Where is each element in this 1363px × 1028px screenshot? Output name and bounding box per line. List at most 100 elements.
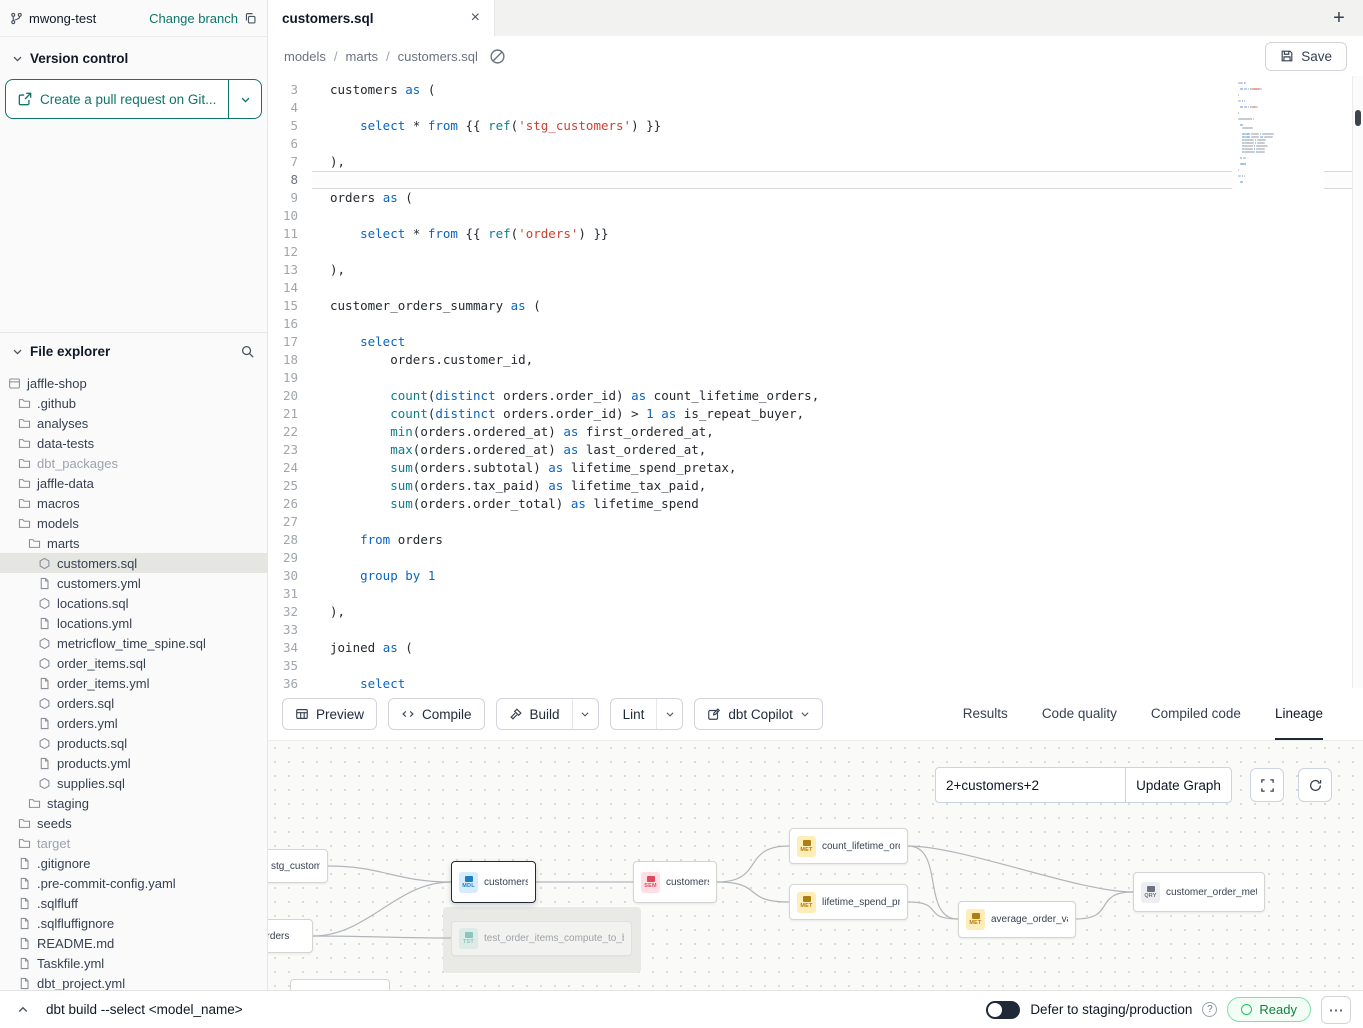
file-tree-item-customers-yml[interactable]: customers.yml (0, 573, 267, 593)
minimap[interactable] (1232, 76, 1324, 216)
build-command-text[interactable]: dbt build --select <model_name> (46, 1002, 243, 1017)
code-line-26[interactable]: 26 sum(orders.order_total) as lifetime_s… (268, 495, 1363, 513)
defer-toggle[interactable] (986, 1001, 1020, 1019)
file-tree-item-staging[interactable]: staging (0, 793, 267, 813)
new-tab-button[interactable]: + (1315, 0, 1363, 36)
copy-icon[interactable] (244, 12, 257, 25)
code-line-8[interactable]: 8 (268, 171, 1363, 189)
lineage-node-average-order-value[interactable]: METaverage_order_value (958, 901, 1076, 938)
file-tree-item-taskfile-yml[interactable]: Taskfile.yml (0, 953, 267, 973)
lineage-selector-input[interactable] (935, 767, 1125, 803)
code-line-19[interactable]: 19 (268, 369, 1363, 387)
code-line-7[interactable]: 7), (268, 153, 1363, 171)
build-button[interactable]: Build (497, 699, 572, 729)
version-control-header[interactable]: Version control (0, 37, 267, 79)
tab-compiled-code[interactable]: Compiled code (1151, 688, 1241, 740)
code-line-33[interactable]: 33 (268, 621, 1363, 639)
file-tree-item-jaffle-shop[interactable]: jaffle-shop (0, 373, 267, 393)
code-line-13[interactable]: 13), (268, 261, 1363, 279)
file-tree-item-products-yml[interactable]: products.yml (0, 753, 267, 773)
lineage-node-lifetime-spend-pretax[interactable]: METlifetime_spend_pretax (789, 884, 908, 920)
help-icon[interactable]: ? (1202, 1002, 1217, 1017)
scrollbar-thumb[interactable] (1355, 110, 1361, 126)
file-tree-item-orders-sql[interactable]: orders.sql (0, 693, 267, 713)
change-branch-link[interactable]: Change branch (149, 11, 238, 26)
file-tree-item-metricflow-time-spine-sql[interactable]: metricflow_time_spine.sql (0, 633, 267, 653)
create-pr-button[interactable]: Create a pull request on Git... (5, 79, 262, 119)
file-tree-item-jaffle-data[interactable]: jaffle-data (0, 473, 267, 493)
code-line-22[interactable]: 22 min(orders.ordered_at) as first_order… (268, 423, 1363, 441)
update-graph-button[interactable]: Update Graph (1125, 767, 1232, 803)
code-line-10[interactable]: 10 (268, 207, 1363, 225)
file-tree-item-supplies-sql[interactable]: supplies.sql (0, 773, 267, 793)
file-tree-item-order-items-yml[interactable]: order_items.yml (0, 673, 267, 693)
preview-button[interactable]: Preview (282, 698, 377, 730)
file-tree-item-dbt-project-yml[interactable]: dbt_project.yml (0, 973, 267, 990)
breadcrumb-models[interactable]: models (284, 49, 326, 64)
code-line-35[interactable]: 35 (268, 657, 1363, 675)
code-line-32[interactable]: 32), (268, 603, 1363, 621)
code-line-25[interactable]: 25 sum(orders.tax_paid) as lifetime_tax_… (268, 477, 1363, 495)
lineage-node-test-order-items-compute-to-bools-[interactable]: TSTtest_order_items_compute_to_bools... (451, 921, 632, 956)
build-dropdown[interactable] (572, 699, 598, 729)
file-tree-item-orders-yml[interactable]: orders.yml (0, 713, 267, 733)
lineage-node-orders[interactable]: MDLorders (268, 919, 313, 953)
dbt-copilot-button[interactable]: dbt Copilot (694, 698, 823, 730)
code-line-20[interactable]: 20 count(distinct orders.order_id) as co… (268, 387, 1363, 405)
file-tree-item-locations-yml[interactable]: locations.yml (0, 613, 267, 633)
code-line-36[interactable]: 36 select (268, 675, 1363, 688)
lint-dropdown[interactable] (656, 699, 682, 729)
file-tree-item-seeds[interactable]: seeds (0, 813, 267, 833)
code-line-5[interactable]: 5 select * from {{ ref('stg_customers') … (268, 117, 1363, 135)
code-editor[interactable]: 3customers as (45 select * from {{ ref('… (268, 76, 1363, 688)
editor-scrollbar[interactable] (1352, 76, 1363, 688)
code-line-21[interactable]: 21 count(distinct orders.order_id) > 1 a… (268, 405, 1363, 423)
save-button[interactable]: Save (1265, 42, 1347, 71)
lineage-node-customer-order-metrics[interactable]: QRYcustomer_order_metrics (1133, 872, 1265, 912)
code-line-27[interactable]: 27 (268, 513, 1363, 531)
file-tree-item-locations-sql[interactable]: locations.sql (0, 593, 267, 613)
lint-button[interactable]: Lint (611, 699, 657, 729)
create-pr-dropdown[interactable] (228, 80, 261, 118)
breadcrumb-file[interactable]: customers.sql (398, 49, 478, 64)
code-line-3[interactable]: 3customers as ( (268, 81, 1363, 99)
code-line-29[interactable]: 29 (268, 549, 1363, 567)
search-icon[interactable] (240, 344, 255, 359)
lineage-panel[interactable]: MDLstg_customersMDLordersMDLcustomersSEM… (268, 740, 1363, 990)
breadcrumb-marts[interactable]: marts (346, 49, 379, 64)
code-line-23[interactable]: 23 max(orders.ordered_at) as last_ordere… (268, 441, 1363, 459)
code-line-15[interactable]: 15customer_orders_summary as ( (268, 297, 1363, 315)
more-options-button[interactable]: ⋯ (1321, 996, 1351, 1024)
code-line-30[interactable]: 30 group by 1 (268, 567, 1363, 585)
lineage-node-stg-customers[interactable]: MDLstg_customers (268, 849, 328, 883)
chevron-up-icon[interactable] (12, 999, 34, 1021)
code-line-31[interactable]: 31 (268, 585, 1363, 603)
file-tree-item--sqlfluff[interactable]: .sqlfluff (0, 893, 267, 913)
code-line-17[interactable]: 17 select (268, 333, 1363, 351)
compile-button[interactable]: Compile (388, 698, 485, 730)
refresh-button[interactable] (1298, 768, 1332, 802)
file-tree-item--gitignore[interactable]: .gitignore (0, 853, 267, 873)
fullscreen-button[interactable] (1250, 768, 1284, 802)
code-line-12[interactable]: 12 (268, 243, 1363, 261)
file-tree-item-readme-md[interactable]: README.md (0, 933, 267, 953)
file-tree-item--pre-commit-config-yaml[interactable]: .pre-commit-config.yaml (0, 873, 267, 893)
close-icon[interactable]: × (471, 10, 480, 26)
slashed-circle-icon[interactable] (486, 44, 510, 68)
file-tree-item-analyses[interactable]: analyses (0, 413, 267, 433)
file-tree-item-data-tests[interactable]: data-tests (0, 433, 267, 453)
code-line-11[interactable]: 11 select * from {{ ref('orders') }} (268, 225, 1363, 243)
status-badge[interactable]: Ready (1227, 997, 1311, 1022)
chevron-down-icon[interactable] (12, 346, 23, 357)
file-tree-item-models[interactable]: models (0, 513, 267, 533)
file-tree-item--github[interactable]: .github (0, 393, 267, 413)
file-tree-item-target[interactable]: target (0, 833, 267, 853)
code-line-24[interactable]: 24 sum(orders.subtotal) as lifetime_spen… (268, 459, 1363, 477)
file-tree-item--sqlfluffignore[interactable]: .sqlfluffignore (0, 913, 267, 933)
file-tree-item-customers-sql[interactable]: customers.sql (0, 553, 267, 573)
code-line-4[interactable]: 4 (268, 99, 1363, 117)
code-line-34[interactable]: 34joined as ( (268, 639, 1363, 657)
file-tree-item-macros[interactable]: macros (0, 493, 267, 513)
file-tree-item-products-sql[interactable]: products.sql (0, 733, 267, 753)
lineage-node-customers[interactable]: SEMcustomers (633, 861, 717, 903)
